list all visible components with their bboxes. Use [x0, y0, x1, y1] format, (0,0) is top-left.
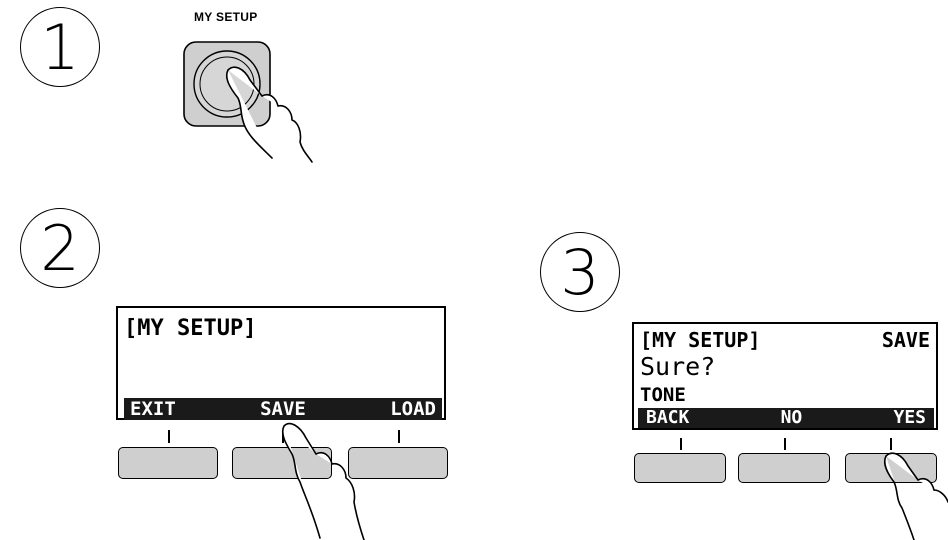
- step3-no-button[interactable]: [738, 453, 830, 483]
- soft-key-label-load: LOAD: [390, 397, 436, 420]
- step3-display-item: TONE: [640, 384, 686, 406]
- hand-pointer-icon: [225, 66, 313, 163]
- step-3-number: 3: [540, 232, 620, 312]
- soft-key-label-save: SAVE: [260, 397, 306, 420]
- hand-pointer-icon: [281, 422, 365, 540]
- step3-tick-yes: [890, 438, 892, 450]
- step2-exit-button[interactable]: [118, 447, 218, 479]
- step3-tick-no: [784, 438, 786, 450]
- step2-soft-key-bar: EXIT SAVE LOAD: [124, 398, 442, 420]
- soft-key-label-yes: YES: [893, 407, 926, 428]
- step2-display-title: [MY SETUP]: [124, 316, 257, 341]
- step3-lcd-display: [MY SETUP] SAVE Sure? TONE BACK NO YES: [632, 322, 938, 430]
- step2-tick-exit: [168, 430, 170, 443]
- hand-pointer-icon: [883, 452, 948, 540]
- step3-tick-back: [680, 438, 682, 450]
- soft-key-label-back: BACK: [646, 407, 690, 428]
- step-2-number: 2: [20, 208, 100, 288]
- step2-lcd-display: [MY SETUP] EXIT SAVE LOAD: [116, 306, 446, 420]
- step3-display-prompt: Sure?: [640, 352, 716, 381]
- soft-key-label-no: NO: [780, 407, 803, 428]
- step2-tick-load: [398, 430, 400, 443]
- step3-soft-key-bar: BACK NO YES: [638, 408, 934, 428]
- soft-key-label-exit: EXIT: [130, 397, 176, 420]
- my-setup-caption: MY SETUP: [194, 10, 258, 24]
- step3-display-mode: SAVE: [881, 328, 930, 352]
- step-1-number: 1: [20, 7, 100, 87]
- step3-display-title: [MY SETUP]: [640, 328, 761, 352]
- step3-back-button[interactable]: [634, 453, 726, 483]
